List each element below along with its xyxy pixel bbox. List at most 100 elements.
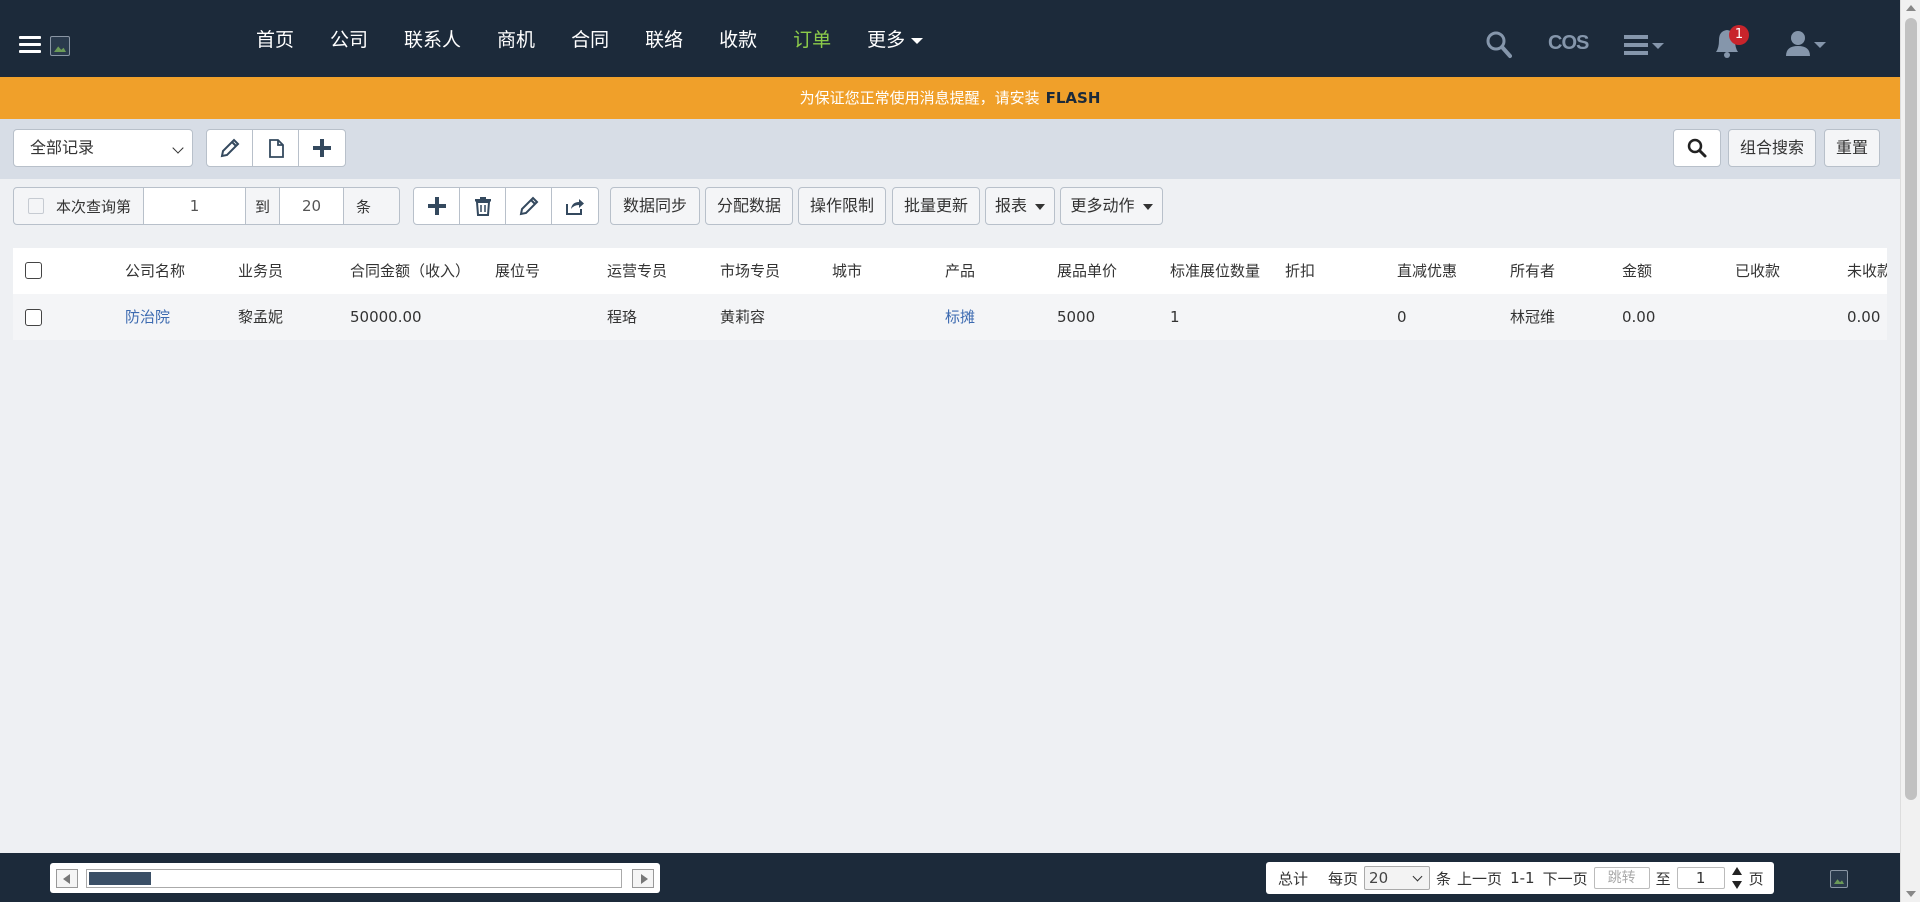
pagination: 总计 每页 20 条 上一页 1-1 下一页 跳转 至 1 页 [1266,862,1774,894]
column-header[interactable]: 展位号 [495,248,540,294]
column-header[interactable]: 金额 [1622,248,1652,294]
action-toolbar: 本次查询第 到 条 数据同步 分配数据 操作限制 批量更新 报表 更多动作 [0,179,1900,232]
scroll-right-arrow-icon[interactable] [632,869,654,888]
list-menu-icon[interactable] [1624,33,1668,57]
table-cell: 程珞 [607,308,638,326]
filter-toolbar: 全部记录 组合搜索 重置 [0,119,1900,179]
menu-item-home[interactable]: 首页 [256,25,294,52]
main-menu: 首页 公司 联系人 商机 合同 联络 收款 订单 更多 [256,0,959,77]
to-label: 至 [1655,869,1671,888]
scroll-down-arrow-icon[interactable] [1906,891,1916,897]
product-link[interactable]: 标摊 [945,294,975,340]
plus-icon [313,139,331,157]
flash-link[interactable]: FLASH [1046,89,1101,107]
hamburger-menu-icon[interactable] [19,36,41,54]
column-header[interactable]: 产品 [945,248,975,294]
next-page-link[interactable]: 下一页 [1543,868,1588,889]
trash-icon [474,197,491,216]
operation-limit-button[interactable]: 操作限制 [798,187,886,225]
range-suffix-label: 条 [356,197,372,216]
report-dropdown-button[interactable]: 报表 [985,187,1055,225]
broken-image-icon [1830,870,1848,888]
column-header[interactable]: 直减优惠 [1397,248,1457,294]
table-row[interactable]: 防治院 黎孟妮 50000.00 程珞 黄莉容 标摊 5000 1 0 林冠维 … [13,294,1887,340]
edit-record-button[interactable] [506,188,552,224]
column-header[interactable]: 运营专员 [607,248,667,294]
column-header[interactable]: 未收款 [1847,248,1887,294]
table-cell: 林冠维 [1510,308,1556,326]
reset-button[interactable]: 重置 [1824,129,1880,167]
pencil-icon [519,196,538,216]
sync-data-button[interactable]: 数据同步 [610,187,700,225]
menu-item-contacts[interactable]: 联系人 [404,25,461,52]
column-header[interactable]: 公司名称 [125,248,185,294]
delete-record-button[interactable] [460,188,506,224]
plus-icon [427,197,446,215]
select-all-checkbox[interactable] [25,262,42,279]
share-icon [566,199,584,215]
jump-button[interactable]: 跳转 [1593,867,1650,889]
menu-item-contracts[interactable]: 合同 [571,25,609,52]
column-header[interactable]: 标准展位数量 [1170,248,1260,294]
cos-icon[interactable]: COS [1548,32,1589,55]
menu-item-company[interactable]: 公司 [330,25,368,52]
page-unit-label: 页 [1748,869,1764,888]
user-icon[interactable] [1786,30,1830,58]
per-page-unit: 条 [1436,869,1452,888]
column-header[interactable]: 城市 [832,248,862,294]
assign-data-button[interactable]: 分配数据 [705,187,793,225]
company-name-link[interactable]: 防治院 [125,294,170,340]
column-header[interactable]: 所有者 [1510,248,1555,294]
flash-message: 为保证您正常使用消息提醒，请安装 [799,89,1040,107]
column-header[interactable]: 业务员 [238,248,283,294]
scroll-left-arrow-icon[interactable] [56,869,78,888]
range-to-cell [280,188,344,224]
column-header[interactable]: 合同金额（收入） [350,248,470,294]
column-header[interactable]: 展品单价 [1057,248,1117,294]
column-header[interactable]: 已收款 [1735,248,1780,294]
range-prefix-cell: 本次查询第 [14,188,144,224]
copy-icon [268,139,284,158]
page-spinner-icon[interactable] [1731,866,1743,890]
more-actions-dropdown-button[interactable]: 更多动作 [1060,187,1163,225]
add-record-button[interactable] [414,188,460,224]
menu-item-communications[interactable]: 联络 [645,25,683,52]
orders-table: 公司名称 业务员 合同金额（收入） 展位号 运营专员 市场专员 城市 产品 展品… [13,248,1887,340]
page-vertical-scrollbar[interactable] [1900,0,1920,902]
copy-view-button[interactable] [253,130,299,166]
record-scope-select[interactable]: 全部记录 [13,129,193,167]
menu-item-orders[interactable]: 订单 [793,25,831,52]
combined-search-button[interactable]: 组合搜索 [1728,129,1816,167]
table-cell: 黎孟妮 [238,308,284,326]
column-header[interactable]: 市场专员 [720,248,780,294]
per-page-select[interactable]: 20 [1364,866,1431,890]
scroll-thumb[interactable] [1905,18,1917,800]
prev-page-link[interactable]: 上一页 [1457,868,1502,889]
scroll-thumb[interactable] [89,872,151,885]
batch-update-button[interactable]: 批量更新 [892,187,980,225]
search-icon[interactable] [1486,30,1512,60]
page-number-input[interactable]: 1 [1676,867,1725,889]
range-to-input[interactable] [280,188,343,224]
menu-item-more[interactable]: 更多 [867,25,923,52]
table-cell: 0.00 [1622,308,1656,326]
column-header[interactable]: 折扣 [1285,248,1315,294]
share-record-button[interactable] [552,188,598,224]
add-view-button[interactable] [299,130,345,166]
view-button-group [206,129,346,167]
range-checkbox[interactable] [28,198,44,214]
table-horizontal-scrollbar[interactable] [50,863,660,893]
row-checkbox[interactable] [25,309,42,326]
range-from-cell [144,188,246,224]
more-actions-label: 更多动作 [1070,196,1152,215]
menu-item-payments[interactable]: 收款 [719,25,757,52]
range-from-input[interactable] [144,188,245,224]
search-button[interactable] [1673,129,1721,167]
query-range: 本次查询第 到 条 [13,187,400,225]
edit-view-button[interactable] [207,130,253,166]
per-page-label: 每页 [1328,869,1359,888]
menu-item-opportunities[interactable]: 商机 [497,25,535,52]
scroll-up-arrow-icon[interactable] [1906,5,1916,11]
scroll-track[interactable] [86,869,622,888]
search-icon [1687,138,1707,158]
